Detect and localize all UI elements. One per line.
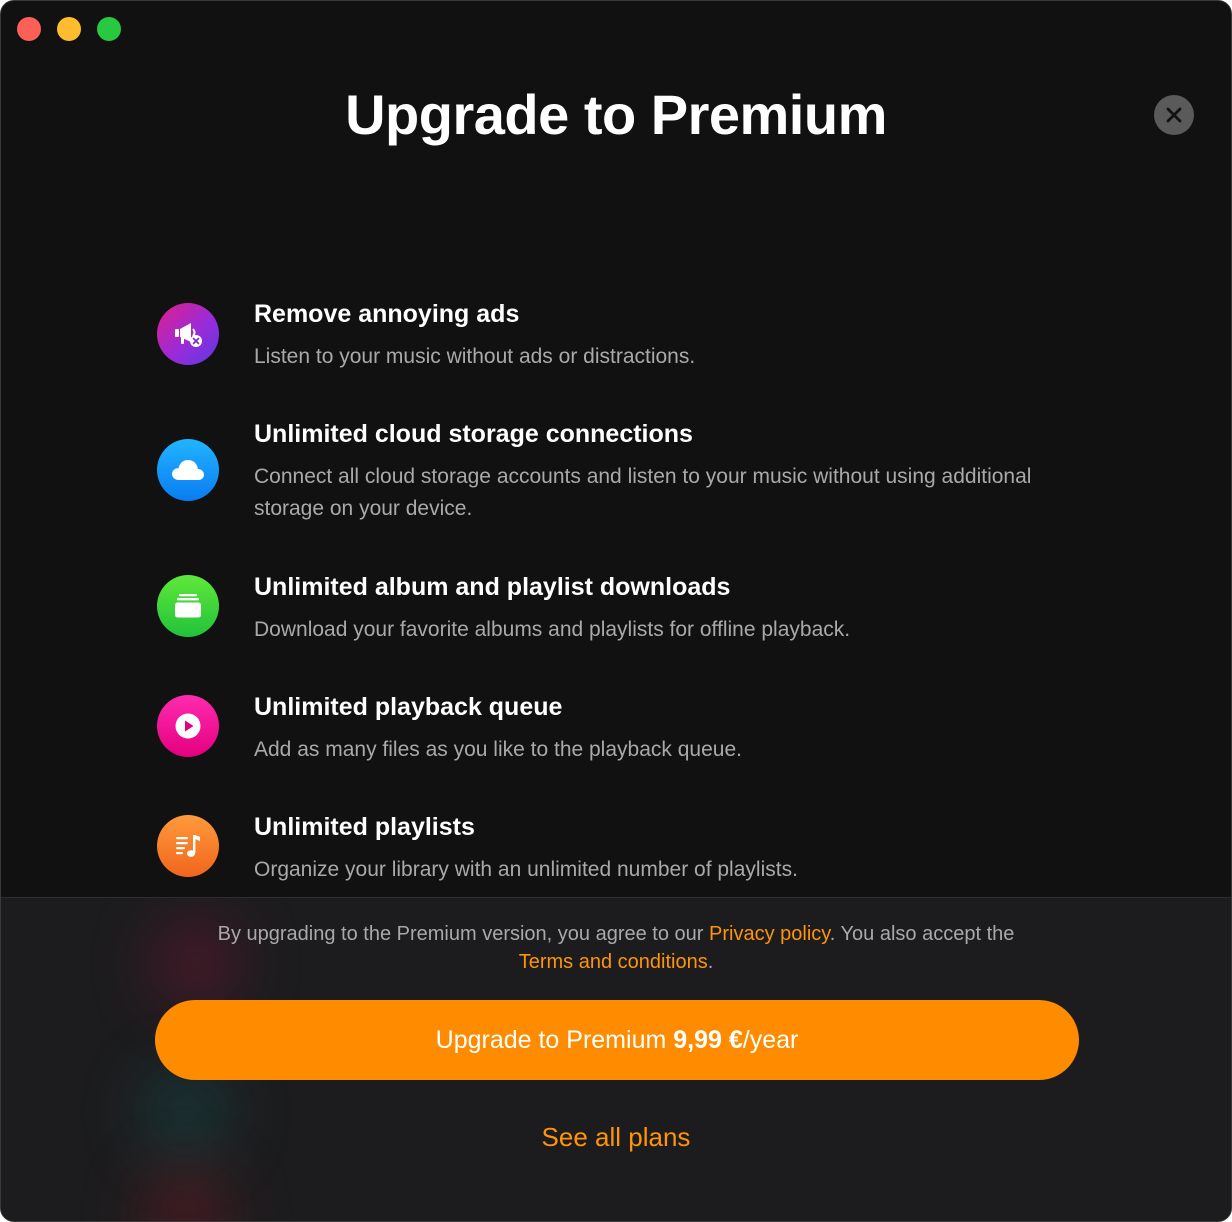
feature-description: Download your favorite albums and playli… <box>254 618 851 641</box>
terms-link[interactable]: Terms and conditions <box>519 951 708 973</box>
feature-title: Unlimited playback queue <box>254 693 563 721</box>
legal-notice: By upgrading to the Premium version, you… <box>141 920 1091 976</box>
feature-description: Organize your library with an unlimited … <box>254 858 798 881</box>
privacy-policy-link[interactable]: Privacy policy <box>709 923 830 945</box>
playlist-music-icon <box>157 815 219 877</box>
play-circle-icon <box>157 695 219 757</box>
feature-title: Unlimited album and playlist downloads <box>254 573 731 601</box>
window-minimize-button[interactable] <box>57 17 81 41</box>
megaphone-no-ads-icon <box>157 303 219 365</box>
feature-title: Unlimited playlists <box>254 813 475 841</box>
see-all-plans-link[interactable]: See all plans <box>1 1120 1231 1154</box>
upgrade-price: 9,99 € <box>673 1026 743 1054</box>
window-close-button[interactable] <box>17 17 41 41</box>
legal-text: . You also accept the <box>829 923 1015 945</box>
legal-text: By upgrading to the Premium version, you… <box>217 923 709 945</box>
feature-description: Connect all cloud storage accounts and l… <box>254 465 1032 520</box>
upgrade-button-label: Upgrade to Premium <box>435 1026 667 1054</box>
premium-upgrade-window: Upgrade to Premium Remove annoying ads L… <box>0 0 1232 1222</box>
feature-title: Unlimited cloud storage connections <box>254 420 693 448</box>
window-zoom-button[interactable] <box>97 17 121 41</box>
feature-description: Listen to your music without ads or dist… <box>254 345 696 368</box>
dismiss-button[interactable] <box>1154 95 1194 135</box>
album-stack-icon <box>157 575 219 637</box>
legal-text: . <box>707 951 714 973</box>
feature-description: Add as many files as you like to the pla… <box>254 738 742 761</box>
upgrade-button[interactable]: Upgrade to Premium 9,99 €/year <box>155 1000 1079 1080</box>
page-title: Upgrade to Premium <box>345 83 887 146</box>
feature-title: Remove annoying ads <box>254 300 520 328</box>
cloud-icon <box>157 439 219 501</box>
close-icon <box>1166 107 1182 123</box>
background-glow <box>141 1168 231 1221</box>
upgrade-period: /year <box>742 1026 799 1054</box>
purchase-footer: By upgrading to the Premium version, you… <box>1 897 1231 1221</box>
